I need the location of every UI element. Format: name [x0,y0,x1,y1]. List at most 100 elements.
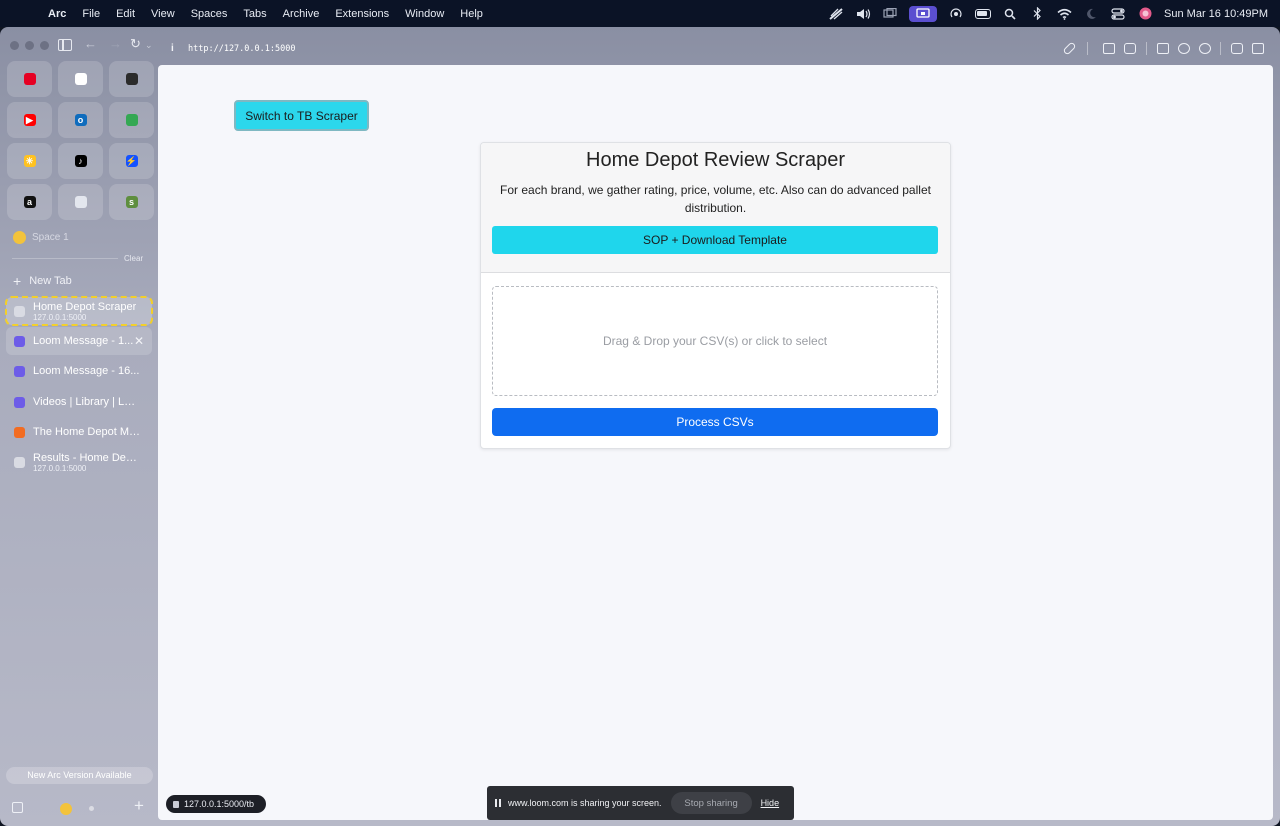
hide-share-bar-link[interactable]: Hide [761,798,780,808]
amazon-favicon-icon: a [23,196,36,208]
bluetooth-icon[interactable] [1029,7,1045,21]
tab-subtitle: 127.0.0.1:5000 [33,463,87,473]
menu-spaces[interactable]: Spaces [183,8,236,20]
tab-loom-message-1[interactable]: Loom Message - 1... ✕ [6,327,152,355]
update-available-button[interactable]: New Arc Version Available [6,767,153,784]
spotlight-icon[interactable] [1002,7,1018,21]
tab-title: Loom Message - 16... [33,365,140,377]
target-icon[interactable] [1199,43,1211,54]
siri-icon[interactable] [1137,7,1153,21]
favorite-tile[interactable]: o [58,102,103,138]
close-tab-icon[interactable]: ✕ [134,334,144,348]
menu-archive[interactable]: Archive [275,8,328,20]
google-drive-favicon-icon [125,114,138,126]
screen-share-bar: www.loom.com is sharing your screen. Sto… [487,786,794,820]
tab-loom-message-2[interactable]: Loom Message - 16... [6,357,152,385]
pause-icon[interactable] [495,799,501,807]
favorite-tile[interactable]: s [109,184,154,220]
plus-icon: + [13,273,22,289]
favorite-tile[interactable]: ♪ [58,143,103,179]
battery-icon[interactable] [975,7,992,21]
tab-results[interactable]: Results - Home Depo... 127.0.0.1:5000 [6,448,152,476]
space-label[interactable]: Space 1 [13,231,69,244]
menu-tabs[interactable]: Tabs [235,8,274,20]
csv-dropzone[interactable]: Drag & Drop your CSV(s) or click to sele… [492,286,938,396]
copy-link-icon[interactable] [1062,41,1077,56]
tiktok-favicon-icon: ♪ [74,155,87,167]
favorite-tile[interactable]: a [7,184,52,220]
favorite-tile[interactable]: ✳ [7,143,52,179]
stop-sharing-button[interactable]: Stop sharing [670,792,752,814]
favorite-tile[interactable] [109,102,154,138]
new-tab-label: New Tab [29,275,72,287]
developer-console-icon[interactable] [1157,43,1169,54]
volume-icon[interactable] [855,7,871,21]
loom-favicon-icon [14,365,25,377]
archive-icon[interactable] [12,802,23,813]
favorite-tile[interactable] [58,61,103,97]
screen-mirror-icon[interactable] [828,7,844,21]
favorite-tile[interactable] [109,61,154,97]
toolbar-separator [1146,42,1147,55]
maximize-window-icon[interactable] [40,41,49,50]
url-bar[interactable]: http://127.0.0.1:5000 [188,44,295,54]
site-info-icon[interactable]: i [171,43,174,54]
favorite-tile[interactable] [7,61,52,97]
extensions-icon[interactable] [1231,43,1243,54]
outlook-favicon-icon: o [74,114,87,126]
tab-home-depot-marketplace[interactable]: The Home Depot Mar... [6,418,152,446]
back-arrow-icon[interactable]: ← [84,36,97,51]
menu-view[interactable]: View [143,8,183,20]
tab-favicon-icon [14,456,25,468]
menu-extensions[interactable]: Extensions [327,8,397,20]
card-header: Home Depot Review Scraper For each brand… [481,143,950,273]
menu-arc[interactable]: Arc [40,8,74,20]
clear-tabs-button[interactable]: Clear [124,254,143,263]
process-csvs-button[interactable]: Process CSVs [492,408,938,436]
space-switcher-icon[interactable] [60,803,72,815]
toolbar-separator [1087,42,1088,55]
loom-favicon-icon [14,335,25,347]
sidebar-footer: + [0,796,158,819]
space-dot-icon[interactable] [89,806,94,811]
sidebar-toggle-icon[interactable] [58,39,72,51]
add-space-icon[interactable]: + [134,796,144,816]
menu-edit[interactable]: Edit [108,8,143,20]
menu-window[interactable]: Window [397,8,452,20]
menu-file[interactable]: File [74,8,108,20]
minimize-window-icon[interactable] [25,41,34,50]
globe-icon[interactable] [1178,43,1190,54]
new-tab-button[interactable]: + New Tab [13,273,72,289]
arc-window: ← → ↻ ⌄ ▶ o ✳ ♪ ⚡ a s Space 1 Clear + New Tab … [0,27,1280,826]
wifi-icon[interactable] [1056,7,1072,21]
menu-help[interactable]: Help [452,8,491,20]
favorite-tile[interactable]: ▶ [7,102,52,138]
tab-home-depot-scraper[interactable]: Home Depot Scraper 127.0.0.1:5000 [5,296,153,326]
control-center-icon[interactable] [1110,7,1126,21]
sop-download-template-button[interactable]: SOP + Download Template [492,226,938,254]
space-name: Space 1 [32,232,69,243]
sidebar-divider [12,258,118,259]
switch-to-tb-scraper-button[interactable]: Switch to TB Scraper [234,100,369,131]
loom-favicon-icon [14,396,25,408]
close-window-icon[interactable] [10,41,19,50]
camera-icon[interactable] [1124,43,1136,54]
sidebar: ← → ↻ ⌄ ▶ o ✳ ♪ ⚡ a s Space 1 Clear + New Tab … [0,27,158,826]
status-url-pill: 127.0.0.1:5000/tb [166,795,266,813]
stage-manager-icon[interactable] [882,7,898,21]
youtube-favicon-icon: ▶ [23,114,36,126]
capture-icon[interactable] [1103,43,1115,54]
forward-arrow-icon[interactable]: → [109,36,122,51]
split-view-icon[interactable] [1252,43,1264,54]
tab-title: Loom Message - 1... [33,335,134,347]
screen-share-icon[interactable] [909,5,938,22]
airdrop-icon[interactable] [948,7,964,21]
favorite-tile[interactable] [58,184,103,220]
menubar-clock[interactable]: Sun Mar 16 10:49PM [1164,8,1268,20]
favorite-tile[interactable]: ⚡ [109,143,154,179]
notion-favicon-icon [125,73,138,85]
reload-icon[interactable]: ↻ [130,36,141,52]
chevron-down-icon[interactable]: ⌄ [145,40,153,51]
tab-loom-library[interactable]: Videos | Library | Loom [6,388,152,416]
focus-icon[interactable] [1083,7,1099,21]
